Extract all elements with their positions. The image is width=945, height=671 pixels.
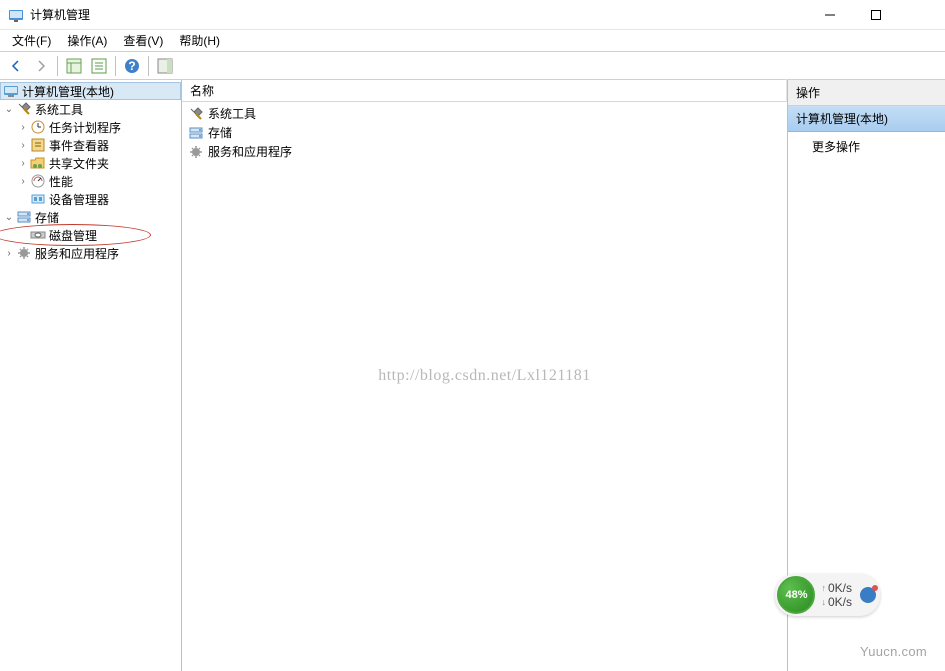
toolbar: ? (0, 52, 945, 80)
tree-label: 设备管理器 (49, 191, 109, 208)
cpu-percent-badge: 48% (777, 576, 815, 614)
services-icon (16, 245, 32, 261)
tree-panel[interactable]: 计算机管理(本地) ⌄ 系统工具 › 任务计划程序 › 事件查看器 › 共享文件… (0, 80, 182, 671)
actions-context: 计算机管理(本地) (788, 106, 945, 132)
menu-action[interactable]: 操作(A) (59, 30, 115, 51)
titlebar: 计算机管理 (0, 0, 945, 30)
menu-help[interactable]: 帮助(H) (171, 30, 228, 51)
footer-watermark: Yuucn.com (860, 644, 927, 659)
storage-icon (188, 125, 204, 141)
expand-icon[interactable]: › (2, 248, 16, 259)
tree-label: 计算机管理(本地) (22, 83, 114, 100)
expand-icon[interactable]: › (16, 122, 30, 133)
watermark: http://blog.csdn.net/Lxl121181 (378, 367, 591, 385)
actions-more[interactable]: 更多操作 (788, 132, 945, 161)
column-header-name[interactable]: 名称 (182, 79, 787, 102)
minimize-button[interactable] (807, 0, 853, 30)
download-speed: ↓0K/s (821, 595, 852, 609)
toolbar-separator (57, 56, 58, 76)
tree-node-shared-folders[interactable]: › 共享文件夹 (0, 154, 181, 172)
tree-label: 共享文件夹 (49, 155, 109, 172)
list-body: 系统工具 存储 服务和应用程序 (182, 102, 787, 163)
expand-icon[interactable]: › (16, 140, 30, 151)
app-icon (8, 7, 24, 23)
tree-node-task-scheduler[interactable]: › 任务计划程序 (0, 118, 181, 136)
maximize-button[interactable] (853, 0, 899, 30)
actions-header: 操作 (788, 80, 945, 106)
expand-icon[interactable]: › (16, 176, 30, 187)
upload-speed: ↑0K/s (821, 581, 852, 595)
expand-icon[interactable]: › (16, 158, 30, 169)
tree-label: 存储 (35, 209, 59, 226)
disk-icon (30, 227, 46, 243)
list-item-label: 存储 (208, 124, 232, 141)
list-item-label: 系统工具 (208, 105, 256, 122)
performance-icon (30, 173, 46, 189)
up-arrow-icon: ↑ (821, 583, 826, 593)
net-speeds: ↑0K/s ↓0K/s (815, 581, 858, 609)
tree-label: 服务和应用程序 (35, 245, 119, 262)
list-header: 名称 (182, 80, 787, 102)
window-controls (807, 0, 945, 30)
services-icon (188, 144, 204, 160)
list-item-services-apps[interactable]: 服务和应用程序 (182, 142, 787, 161)
tree-label: 任务计划程序 (49, 119, 121, 136)
list-item-label: 服务和应用程序 (208, 143, 292, 160)
tree-label: 事件查看器 (49, 137, 109, 154)
collapse-icon[interactable]: ⌄ (2, 104, 16, 115)
storage-icon (16, 209, 32, 225)
tools-icon (16, 101, 32, 117)
down-arrow-icon: ↓ (821, 597, 826, 607)
tree-node-event-viewer[interactable]: › 事件查看器 (0, 136, 181, 154)
menu-file[interactable]: 文件(F) (4, 30, 59, 51)
tree-root-computer-management[interactable]: 计算机管理(本地) (0, 82, 181, 100)
tree-node-device-manager[interactable]: 设备管理器 (0, 190, 181, 208)
tree-label: 性能 (49, 173, 73, 190)
list-item-storage[interactable]: 存储 (182, 123, 787, 142)
tools-icon (188, 106, 204, 122)
svg-text:?: ? (128, 59, 135, 73)
shared-folder-icon (30, 155, 46, 171)
back-button[interactable] (4, 54, 28, 78)
center-panel: 名称 系统工具 存储 服务和应用程序 http://blog.csdn.net/… (182, 80, 788, 671)
menu-view[interactable]: 查看(V) (115, 30, 171, 51)
event-icon (30, 137, 46, 153)
collapse-icon[interactable]: ⌄ (2, 212, 16, 223)
toolbar-separator (115, 56, 116, 76)
menubar: 文件(F) 操作(A) 查看(V) 帮助(H) (0, 30, 945, 52)
help-button[interactable]: ? (120, 54, 144, 78)
action-pane-button[interactable] (153, 54, 177, 78)
tree-node-performance[interactable]: › 性能 (0, 172, 181, 190)
tree-label: 磁盘管理 (49, 227, 97, 244)
properties-button[interactable] (87, 54, 111, 78)
show-console-tree-button[interactable] (62, 54, 86, 78)
tree-node-services-apps[interactable]: › 服务和应用程序 (0, 244, 181, 262)
network-monitor-widget[interactable]: 48% ↑0K/s ↓0K/s (775, 574, 880, 616)
clock-icon (30, 119, 46, 135)
toolbar-separator (148, 56, 149, 76)
computer-icon (3, 83, 19, 99)
forward-button[interactable] (29, 54, 53, 78)
tree-node-disk-management[interactable]: 磁盘管理 (0, 226, 181, 244)
tree-node-system-tools[interactable]: ⌄ 系统工具 (0, 100, 181, 118)
window-title: 计算机管理 (30, 6, 807, 23)
tree-node-storage[interactable]: ⌄ 存储 (0, 208, 181, 226)
device-icon (30, 191, 46, 207)
list-item-system-tools[interactable]: 系统工具 (182, 104, 787, 123)
tree-label: 系统工具 (35, 101, 83, 118)
widget-settings-icon[interactable] (860, 587, 876, 603)
